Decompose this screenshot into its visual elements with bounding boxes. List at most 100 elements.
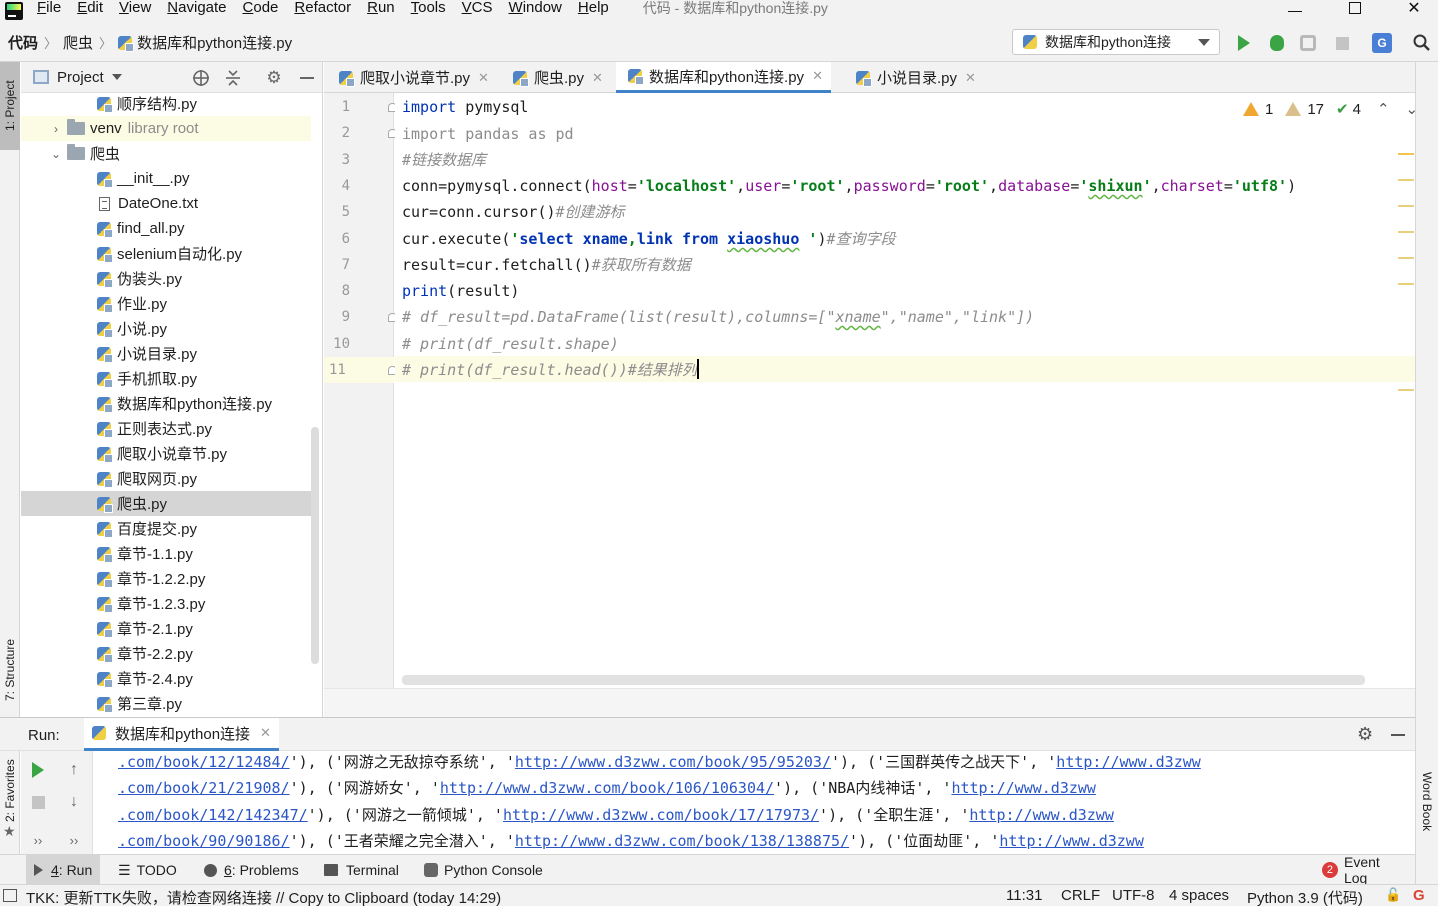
gear-icon[interactable]: ⚙ — [1357, 724, 1373, 745]
editor-tab[interactable]: 爬虫.py ✕ — [501, 62, 611, 93]
tool-run[interactable]: 4: Run — [26, 855, 101, 885]
rerun-button[interactable] — [27, 759, 49, 781]
breadcrumb-project[interactable]: 代码 — [8, 32, 38, 53]
menu-code[interactable]: Code — [235, 0, 287, 17]
inspection-widget[interactable]: 1 17 ✔ 4 ⌃ ⌄ — [1243, 100, 1418, 118]
line-number[interactable]: 9 — [324, 304, 350, 330]
line-separator[interactable]: CRLF — [1061, 887, 1100, 904]
project-view-select[interactable]: Project — [57, 69, 104, 86]
tool-tab-project[interactable]: 1: Project — [0, 62, 20, 150]
tool-problems[interactable]: 6: Problems — [196, 855, 307, 885]
console-link[interactable]: http://www.d3zww — [1056, 753, 1201, 771]
line-number[interactable]: 6 — [324, 226, 350, 252]
tool-terminal[interactable]: Terminal — [316, 855, 407, 885]
close-window-button[interactable]: ✕ — [1384, 0, 1438, 22]
tree-item[interactable]: 顺序结构.py — [21, 91, 311, 116]
line-number[interactable]: 8 — [324, 278, 350, 304]
close-tab-icon[interactable]: ✕ — [592, 70, 603, 86]
tree-item[interactable]: › venv library root — [21, 116, 311, 141]
tree-item[interactable]: __init__.py — [21, 166, 311, 191]
close-tab-icon[interactable]: ✕ — [478, 70, 489, 86]
coverage-button[interactable] — [1297, 32, 1319, 54]
file-encoding[interactable]: UTF-8 — [1112, 887, 1155, 904]
stop-button[interactable] — [1331, 32, 1353, 54]
more-actions-button-2[interactable]: ›› — [63, 829, 85, 851]
tool-todo[interactable]: ☰ TODO — [110, 855, 185, 885]
tool-tab-favorites[interactable]: 2: Favorites — [0, 751, 20, 831]
tree-item[interactable]: 爬虫.py — [21, 491, 311, 516]
tree-item[interactable]: 数据库和python连接.py — [21, 391, 311, 416]
menu-view[interactable]: View — [111, 0, 159, 17]
tree-item[interactable]: 爬取小说章节.py — [21, 441, 311, 466]
tool-python-console[interactable]: Python Console — [416, 855, 551, 885]
debug-button[interactable] — [1266, 32, 1288, 54]
menu-refactor[interactable]: Refactor — [286, 0, 359, 17]
tree-item[interactable]: 伪装头.py — [21, 266, 311, 291]
menu-window[interactable]: Window — [501, 0, 570, 17]
tree-item[interactable]: 第三章.py — [21, 691, 311, 716]
tree-item[interactable]: DateOne.txt — [21, 191, 311, 216]
error-stripe-mark[interactable] — [1398, 179, 1414, 181]
tree-item[interactable]: selenium自动化.py — [21, 241, 311, 266]
tree-item[interactable]: 章节-1.1.py — [21, 541, 311, 566]
indent-setting[interactable]: 4 spaces — [1169, 887, 1229, 904]
line-number[interactable]: 2 — [324, 120, 350, 146]
tree-item[interactable]: ⌄ 爬虫 — [21, 141, 311, 166]
tree-item[interactable]: 手机抓取.py — [21, 366, 311, 391]
tree-item[interactable]: 小说目录.py — [21, 341, 311, 366]
menu-help[interactable]: Help — [570, 0, 617, 17]
tool-tab-word-book[interactable]: Word Book — [1417, 752, 1437, 852]
close-tab-icon[interactable]: ✕ — [260, 725, 271, 741]
console-link[interactable]: http://www.d3zww — [969, 806, 1114, 824]
maximize-button[interactable] — [1325, 0, 1385, 22]
previous-problem-icon[interactable]: ⌃ — [1377, 100, 1390, 118]
line-number[interactable]: 11 — [324, 357, 394, 383]
python-interpreter[interactable]: Python 3.9 (代码) — [1247, 887, 1363, 906]
console-link[interactable]: .com/book/90/90186/ — [118, 832, 290, 850]
tool-event-log[interactable]: 2 Event Log — [1314, 854, 1415, 886]
menu-file[interactable]: File — [29, 0, 69, 17]
console-link[interactable]: .com/book/21/21908/ — [118, 779, 290, 797]
error-stripe-mark[interactable] — [1398, 283, 1414, 285]
close-tab-icon[interactable]: ✕ — [965, 70, 976, 86]
error-stripe-mark[interactable] — [1398, 153, 1414, 155]
minimize-icon[interactable] — [1391, 734, 1405, 736]
stop-run-button[interactable] — [27, 791, 49, 813]
editor-tab[interactable]: 数据库和python连接.py ✕ — [616, 62, 831, 93]
console-link[interactable]: http://www.d3zww.com/book/95/95203/ — [515, 753, 831, 771]
translate-button[interactable]: G — [1371, 32, 1393, 54]
run-tab[interactable]: 数据库和python连接 ✕ — [84, 718, 279, 751]
minimize-button[interactable] — [1265, 0, 1325, 22]
line-number[interactable]: 5 — [324, 199, 350, 225]
tree-item[interactable]: 小说.py — [21, 316, 311, 341]
collapse-all-button[interactable] — [223, 68, 243, 88]
run-console[interactable]: .com/book/12/12484/'), ('网游之无敌掠夺系统', 'ht… — [93, 751, 1415, 854]
error-stripe[interactable] — [1398, 93, 1415, 688]
tree-item[interactable]: 正则表达式.py — [21, 416, 311, 441]
console-link[interactable]: http://www.d3zww — [999, 832, 1144, 850]
editor-horizontal-scrollbar[interactable] — [402, 675, 1365, 685]
chevron-down-icon[interactable]: ⌄ — [49, 147, 63, 161]
error-stripe-mark[interactable] — [1398, 389, 1414, 391]
project-settings-button[interactable]: ⚙ — [264, 68, 284, 88]
hide-panel-button[interactable] — [297, 68, 317, 88]
project-tree-scrollbar[interactable] — [311, 427, 319, 664]
status-message[interactable]: TKK: 更新TTK失败，请检查网络连接 // Copy to Clipboar… — [26, 887, 501, 906]
tree-item[interactable]: find_all.py — [21, 216, 311, 241]
console-link[interactable]: http://www.d3zww.com/book/106/106304/ — [440, 779, 774, 797]
tree-item[interactable]: 章节-2.1.py — [21, 616, 311, 641]
chevron-right-icon[interactable]: › — [49, 122, 63, 136]
run-button[interactable] — [1233, 32, 1255, 54]
error-stripe-mark[interactable] — [1398, 231, 1414, 233]
tree-item[interactable]: 爬取网页.py — [21, 466, 311, 491]
run-configuration-select[interactable]: 数据库和python连接 — [1012, 29, 1220, 55]
console-link[interactable]: http://www.d3zww.com/book/138/138875/ — [515, 832, 849, 850]
menu-vcs[interactable]: VCS — [454, 0, 501, 17]
editor-tab[interactable]: 爬取小说章节.py ✕ — [327, 62, 497, 93]
console-link[interactable]: http://www.d3zww — [951, 779, 1096, 797]
code-editor[interactable]: import pymysql import pandas as pd #链接数据… — [395, 93, 1415, 688]
scroll-down-button[interactable]: ↓ — [63, 791, 85, 813]
tree-item[interactable]: 百度提交.py — [21, 516, 311, 541]
menu-edit[interactable]: Edit — [69, 0, 111, 17]
menu-navigate[interactable]: Navigate — [159, 0, 234, 17]
